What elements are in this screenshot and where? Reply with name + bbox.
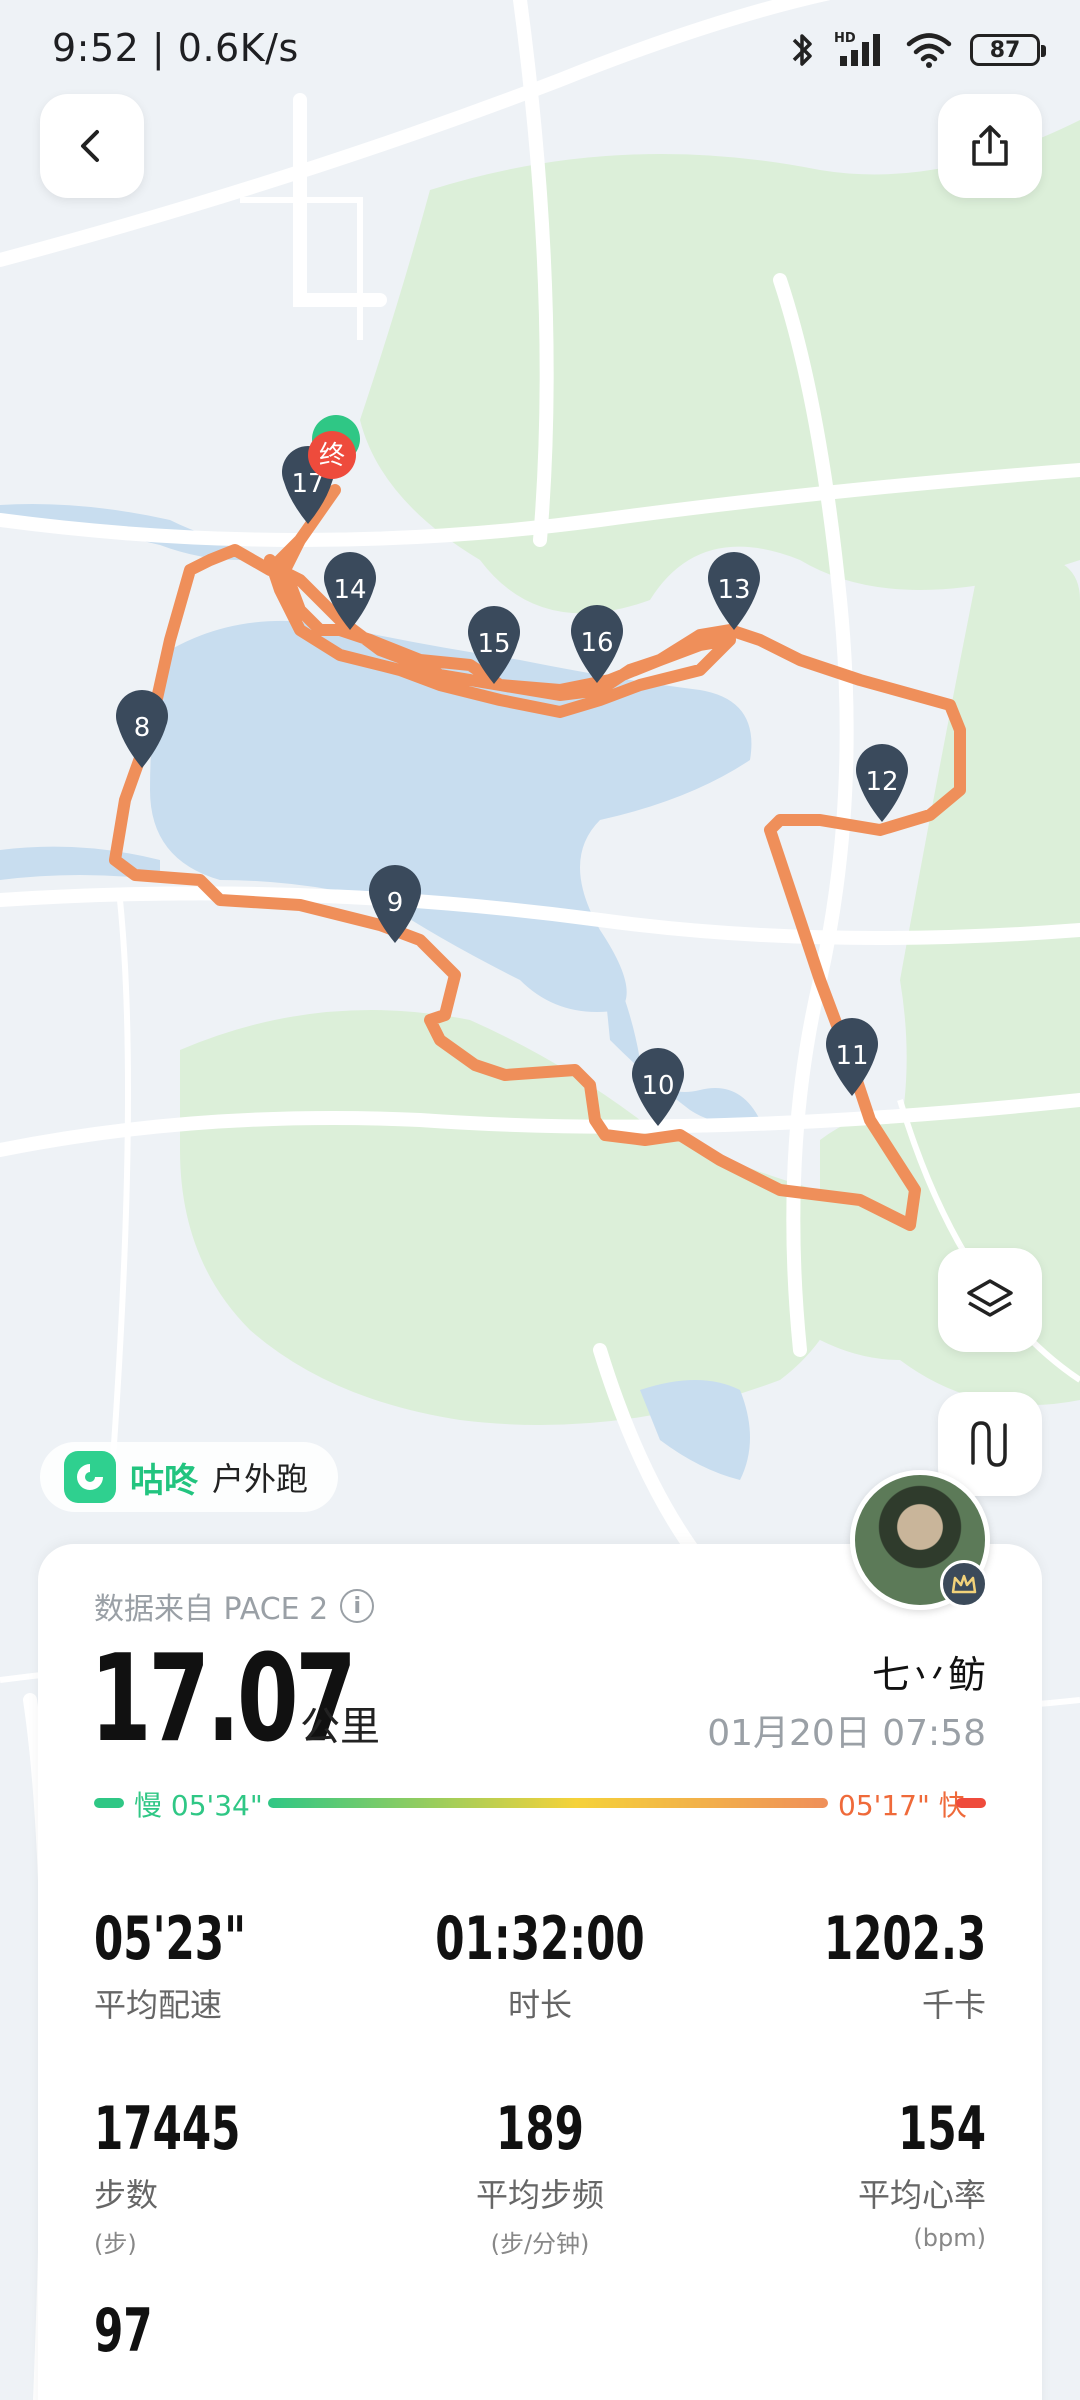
- stat-heart-rate: 154 平均心率 (bpm): [858, 2094, 986, 2252]
- signal-icon: HD: [834, 31, 880, 66]
- pace-range-bar: 慢 05'34" 05'17" 快: [94, 1784, 986, 1822]
- stat-cadence: 189 平均步频 (步/分钟): [390, 2094, 690, 2259]
- data-source-text: 数据来自 PACE 2: [94, 1592, 329, 1627]
- stat-label: 步数: [94, 2176, 159, 2214]
- svg-text:HD: HD: [834, 31, 856, 46]
- stat-label: 时长: [507, 1986, 572, 2024]
- back-button[interactable]: [40, 94, 144, 198]
- stat-unit: (步/分钟): [490, 2230, 590, 2258]
- stat-unit: (步): [94, 2230, 137, 2258]
- app-source-badge: 咕咚 户外跑: [40, 1442, 339, 1512]
- stat-label: 千卡: [921, 1986, 986, 2024]
- pace-bar-start: [94, 1798, 124, 1808]
- stat-value: 1202.3: [823, 1904, 986, 1974]
- wifi-icon: [906, 33, 952, 68]
- stat-avg-pace: 05'23" 平均配速: [94, 1904, 289, 2026]
- activity-type: 户外跑: [212, 1460, 309, 1498]
- status-bar: 9:52 | 0.6K/s HD 87: [0, 0, 1080, 110]
- stat-value: 97: [94, 2296, 153, 2366]
- crown-icon: [940, 1560, 988, 1608]
- stat-value: 189: [496, 2094, 584, 2164]
- chevron-left-icon: [81, 130, 99, 162]
- battery-level: 87: [989, 37, 1021, 63]
- battery-icon: 87: [970, 34, 1046, 66]
- stat-duration: 01:32:00 时长: [390, 1904, 690, 2026]
- workout-date: 01月20日 07:58: [707, 1713, 986, 1754]
- app-name: 咕咚: [130, 1460, 198, 1501]
- stat-label: 平均心率: [857, 2176, 986, 2214]
- status-icons: HD 87: [788, 30, 1046, 70]
- workout-summary-card: 数据来自 PACE 2 i 17.07 公里 七丷鲂 01月20日 07:58 …: [38, 1544, 1042, 2400]
- pace-gradient: [268, 1798, 828, 1808]
- stat-extra: 97: [94, 2296, 169, 2366]
- stat-unit: (bpm): [913, 2224, 986, 2252]
- map-layers-button[interactable]: [938, 1248, 1042, 1352]
- pace-bar-end: [956, 1798, 986, 1808]
- layers-icon: [967, 1279, 1013, 1317]
- codoon-logo-icon: [64, 1451, 116, 1503]
- stat-label: 平均配速: [94, 1986, 223, 2024]
- distance-unit: 公里: [300, 1704, 380, 1750]
- username: 七丷鲂: [871, 1653, 986, 1697]
- share-icon: [972, 125, 1008, 166]
- slow-pace-label: 慢 05'34": [134, 1789, 263, 1822]
- data-source: 数据来自 PACE 2 i: [94, 1584, 375, 1628]
- stat-steps: 17445 步数 (步): [94, 2094, 282, 2259]
- status-time: 9:52 | 0.6K/s: [52, 26, 299, 70]
- route-curve-icon: [971, 1421, 1007, 1467]
- stat-calories: 1202.3 千卡: [778, 1904, 986, 2026]
- share-button[interactable]: [938, 94, 1042, 198]
- info-icon[interactable]: i: [340, 1589, 375, 1623]
- stat-label: 平均步频: [475, 2176, 604, 2214]
- stat-value: 17445: [94, 2094, 241, 2164]
- bluetooth-icon: [792, 34, 812, 66]
- stat-value: 154: [898, 2094, 986, 2164]
- stat-value: 05'23": [94, 1904, 247, 1974]
- stat-value: 01:32:00: [435, 1904, 645, 1974]
- fast-pace-label: 05'17" 快: [838, 1789, 967, 1822]
